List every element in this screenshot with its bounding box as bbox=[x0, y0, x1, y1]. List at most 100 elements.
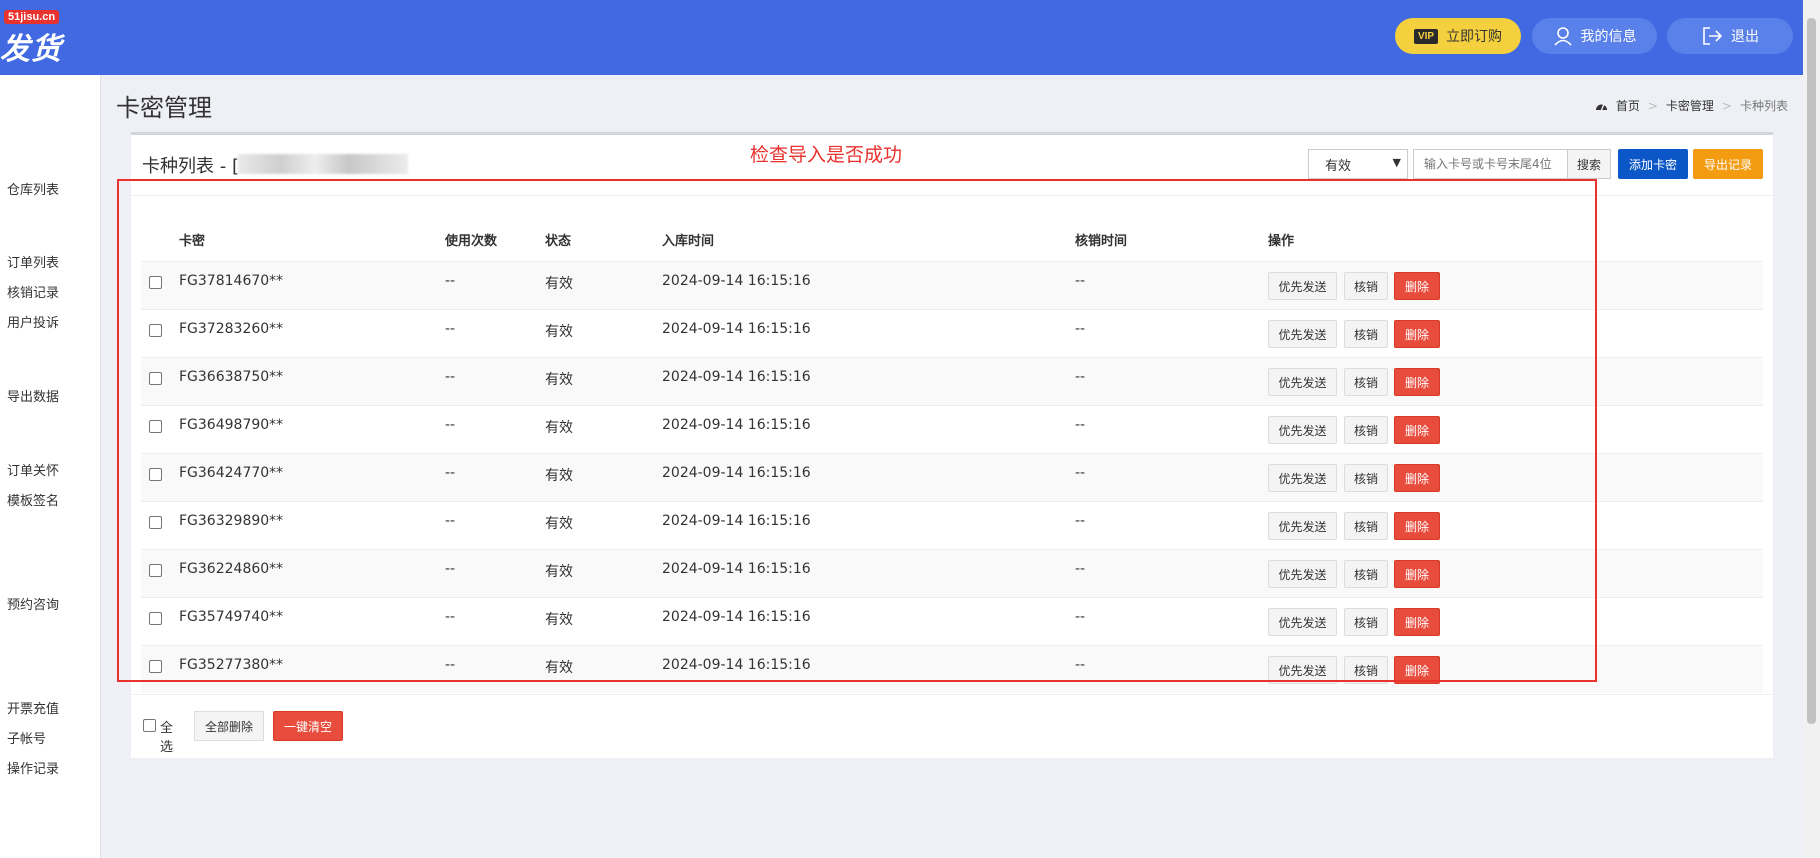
card-number: FG36498790** bbox=[179, 417, 284, 433]
used-count: -- bbox=[445, 657, 456, 673]
stock-time: 2024-09-14 16:15:16 bbox=[662, 417, 811, 433]
verify-time: -- bbox=[1075, 657, 1086, 673]
header-card: 卡密 bbox=[179, 234, 206, 249]
card-number: FG36424770** bbox=[179, 465, 284, 481]
priority-send-button[interactable]: 优先发送 bbox=[1268, 416, 1337, 444]
row-checkbox[interactable] bbox=[149, 660, 162, 673]
delete-button[interactable]: 删除 bbox=[1394, 416, 1440, 444]
breadcrumb-home[interactable]: 首页 bbox=[1616, 97, 1640, 114]
verify-time: -- bbox=[1075, 321, 1086, 337]
breadcrumb-card-management[interactable]: 卡密管理 bbox=[1666, 97, 1714, 114]
delete-button[interactable]: 删除 bbox=[1394, 464, 1440, 492]
table-row: FG36424770** -- 有效 2024-09-14 16:15:16 -… bbox=[141, 453, 1763, 501]
used-count: -- bbox=[445, 321, 456, 337]
delete-button[interactable]: 删除 bbox=[1394, 272, 1440, 300]
sidebar-item-user-complaints[interactable]: 用户投诉 bbox=[7, 312, 59, 331]
divider bbox=[131, 195, 1773, 196]
header-operations: 操作 bbox=[1268, 234, 1295, 249]
status-filter-select[interactable]: 有效 ▼ bbox=[1308, 149, 1408, 179]
verify-button[interactable]: 核销 bbox=[1344, 272, 1388, 300]
chevron-down-icon: ▼ bbox=[1392, 156, 1401, 169]
verify-button[interactable]: 核销 bbox=[1344, 368, 1388, 396]
select-all-label[interactable]: 全选 bbox=[160, 717, 173, 755]
verify-button[interactable]: 核销 bbox=[1344, 656, 1388, 684]
scrollbar[interactable] bbox=[1803, 0, 1820, 858]
search-input[interactable] bbox=[1413, 149, 1568, 179]
table-row: FG36329890** -- 有效 2024-09-14 16:15:16 -… bbox=[141, 501, 1763, 549]
sidebar: 仓库列表 订单列表 核销记录 用户投诉 导出数据 订单关怀 模板签名 预约咨询 … bbox=[0, 75, 101, 858]
priority-send-button[interactable]: 优先发送 bbox=[1268, 368, 1337, 396]
delete-button[interactable]: 删除 bbox=[1394, 560, 1440, 588]
sidebar-item-operation-log[interactable]: 操作记录 bbox=[7, 758, 59, 777]
scrollbar-thumb[interactable] bbox=[1807, 18, 1816, 724]
logout-button[interactable]: 退出 bbox=[1667, 18, 1793, 54]
status: 有效 bbox=[545, 612, 573, 628]
used-count: -- bbox=[445, 273, 456, 289]
row-checkbox[interactable] bbox=[149, 612, 162, 625]
clear-all-button[interactable]: 一键清空 bbox=[273, 711, 343, 741]
verify-time: -- bbox=[1075, 609, 1086, 625]
delete-all-button[interactable]: 全部删除 bbox=[194, 711, 264, 741]
row-checkbox[interactable] bbox=[149, 324, 162, 337]
select-all-checkbox[interactable] bbox=[143, 719, 156, 732]
verify-button[interactable]: 核销 bbox=[1344, 416, 1388, 444]
verify-button[interactable]: 核销 bbox=[1344, 464, 1388, 492]
used-count: -- bbox=[445, 465, 456, 481]
delete-button[interactable]: 删除 bbox=[1394, 368, 1440, 396]
used-count: -- bbox=[445, 417, 456, 433]
sidebar-item-export-data[interactable]: 导出数据 bbox=[7, 386, 59, 405]
sidebar-item-order-list[interactable]: 订单列表 bbox=[7, 252, 59, 271]
verify-button[interactable]: 核销 bbox=[1344, 560, 1388, 588]
row-checkbox[interactable] bbox=[149, 420, 162, 433]
row-checkbox[interactable] bbox=[149, 516, 162, 529]
sidebar-item-sub-account[interactable]: 子帐号 bbox=[7, 728, 46, 747]
sidebar-item-template-signature[interactable]: 模板签名 bbox=[7, 490, 59, 509]
row-checkbox[interactable] bbox=[149, 276, 162, 289]
stock-time: 2024-09-14 16:15:16 bbox=[662, 609, 811, 625]
my-info-label: 我的信息 bbox=[1580, 29, 1637, 45]
search-button[interactable]: 搜索 bbox=[1567, 149, 1611, 179]
logo-badge: 51jisu.cn bbox=[4, 10, 60, 24]
used-count: -- bbox=[445, 561, 456, 577]
delete-button[interactable]: 删除 bbox=[1394, 320, 1440, 348]
priority-send-button[interactable]: 优先发送 bbox=[1268, 560, 1337, 588]
row-checkbox[interactable] bbox=[149, 372, 162, 385]
sidebar-item-warehouse-list[interactable]: 仓库列表 bbox=[7, 179, 59, 198]
export-records-button[interactable]: 导出记录 bbox=[1693, 149, 1763, 179]
verify-button[interactable]: 核销 bbox=[1344, 512, 1388, 540]
delete-button[interactable]: 删除 bbox=[1394, 656, 1440, 684]
table-row: FG35749740** -- 有效 2024-09-14 16:15:16 -… bbox=[141, 597, 1763, 645]
row-checkbox[interactable] bbox=[149, 468, 162, 481]
priority-send-button[interactable]: 优先发送 bbox=[1268, 464, 1337, 492]
panel-title: 卡种列表 - [ bbox=[142, 156, 239, 177]
my-info-button[interactable]: 我的信息 bbox=[1532, 18, 1657, 54]
priority-send-button[interactable]: 优先发送 bbox=[1268, 512, 1337, 540]
sidebar-item-verify-records[interactable]: 核销记录 bbox=[7, 282, 59, 301]
dashboard-icon bbox=[1595, 103, 1607, 110]
priority-send-button[interactable]: 优先发送 bbox=[1268, 272, 1337, 300]
sidebar-item-invoice-recharge[interactable]: 开票充值 bbox=[7, 698, 59, 717]
add-card-button[interactable]: 添加卡密 bbox=[1618, 149, 1688, 179]
sidebar-item-appointment[interactable]: 预约咨询 bbox=[7, 594, 59, 613]
status: 有效 bbox=[545, 276, 573, 292]
status: 有效 bbox=[545, 324, 573, 340]
priority-send-button[interactable]: 优先发送 bbox=[1268, 608, 1337, 636]
buy-now-button[interactable]: VIP 立即订购 bbox=[1395, 18, 1521, 54]
delete-button[interactable]: 删除 bbox=[1394, 512, 1440, 540]
stock-time: 2024-09-14 16:15:16 bbox=[662, 369, 811, 385]
table-row: FG36224860** -- 有效 2024-09-14 16:15:16 -… bbox=[141, 549, 1763, 597]
logo[interactable]: 发货 bbox=[0, 24, 62, 68]
delete-button[interactable]: 删除 bbox=[1394, 608, 1440, 636]
buy-now-label: 立即订购 bbox=[1446, 29, 1503, 45]
row-checkbox[interactable] bbox=[149, 564, 162, 577]
verify-button[interactable]: 核销 bbox=[1344, 320, 1388, 348]
breadcrumb-separator: > bbox=[1721, 98, 1732, 113]
stock-time: 2024-09-14 16:15:16 bbox=[662, 657, 811, 673]
verify-button[interactable]: 核销 bbox=[1344, 608, 1388, 636]
table-row: FG37814670** -- 有效 2024-09-14 16:15:16 -… bbox=[141, 261, 1763, 309]
status-filter-value: 有效 bbox=[1325, 158, 1352, 174]
sidebar-item-order-care[interactable]: 订单关怀 bbox=[7, 460, 59, 479]
priority-send-button[interactable]: 优先发送 bbox=[1268, 656, 1337, 684]
stock-time: 2024-09-14 16:15:16 bbox=[662, 273, 811, 289]
priority-send-button[interactable]: 优先发送 bbox=[1268, 320, 1337, 348]
